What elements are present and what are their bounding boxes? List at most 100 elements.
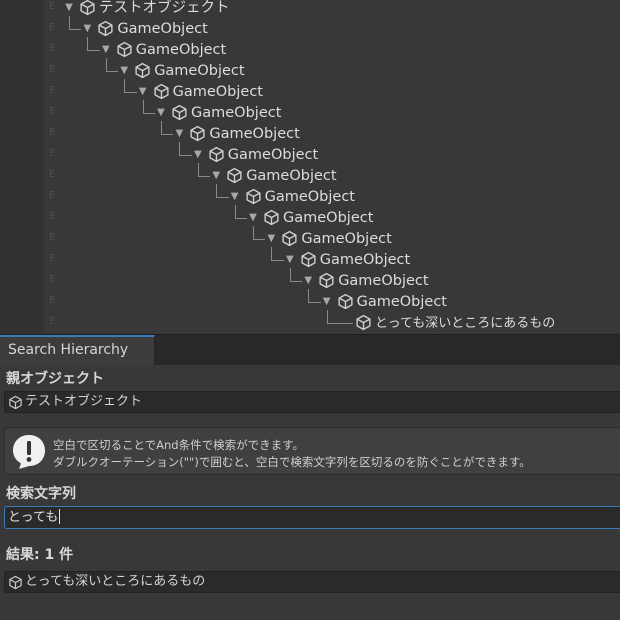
- help-text-line1: 空白で区切ることでAnd条件で検索ができます。: [53, 438, 304, 452]
- cube-icon: [209, 146, 224, 163]
- hierarchy-row[interactable]: E ▼ GameObject: [0, 247, 620, 271]
- tree-connector: [105, 71, 119, 72]
- cube-icon: [172, 104, 187, 121]
- tree-connector: [197, 163, 199, 177]
- tree-connector: [271, 260, 284, 261]
- tree-connector: [234, 205, 236, 219]
- tree-connector: [253, 226, 254, 240]
- tree-connector: [326, 323, 353, 324]
- hierarchy-item-label: GameObject: [154, 63, 245, 79]
- cube-icon: [301, 251, 316, 268]
- triangle-down-icon[interactable]: ▼: [173, 128, 185, 140]
- tree-connector: [179, 155, 192, 156]
- result-item-label: とっても深いところにあるもの: [25, 574, 206, 589]
- triangle-down-icon[interactable]: ▼: [284, 254, 296, 266]
- tree-connector: [69, 16, 70, 30]
- hierarchy-item-label: GameObject: [209, 126, 300, 142]
- tree-connector: [69, 29, 82, 30]
- hierarchy-item-label: とっても深いところにあるもの: [375, 316, 556, 331]
- triangle-down-icon[interactable]: ▼: [192, 149, 204, 161]
- tab-strip: Search Hierarchy: [0, 334, 620, 366]
- text-caret: [59, 509, 61, 524]
- hierarchy-row[interactable]: E ▼ GameObject: [0, 100, 620, 124]
- row-marker: E: [49, 211, 56, 222]
- hierarchy-row[interactable]: E ▼ GameObject: [0, 58, 620, 82]
- exclamation-bubble-icon: [13, 435, 45, 469]
- row-marker: E: [49, 22, 56, 33]
- search-input[interactable]: とっても: [4, 506, 620, 529]
- triangle-down-icon[interactable]: ▼: [210, 170, 222, 182]
- help-box: 空白で区切ることでAnd条件で検索ができます。 ダブルクオーテーション("")で…: [4, 427, 620, 475]
- tree-connector: [124, 79, 126, 93]
- cube-icon: [227, 167, 242, 184]
- row-marker: E: [49, 148, 56, 159]
- hierarchy-row[interactable]: E ▼ GameObject: [0, 16, 620, 40]
- tree-connector: [289, 281, 303, 282]
- cube-icon: [356, 314, 371, 331]
- row-marker: E: [49, 232, 56, 243]
- tree-connector: [216, 184, 218, 198]
- cube-icon: [154, 83, 169, 100]
- tree-connector: [326, 310, 328, 324]
- tree-connector: [253, 239, 266, 240]
- triangle-down-icon[interactable]: ▼: [81, 23, 93, 35]
- triangle-down-icon[interactable]: ▼: [229, 191, 241, 203]
- hierarchy-row[interactable]: E ▼ GameObject: [0, 79, 620, 103]
- triangle-down-icon[interactable]: ▼: [137, 86, 149, 98]
- triangle-down-icon[interactable]: ▼: [155, 107, 167, 119]
- help-text-line2: ダブルクオーテーション("")で囲むと、空白で検索文字列を区切るのを防ぐことがで…: [53, 455, 531, 469]
- tab-title: Search Hierarchy: [8, 342, 129, 358]
- row-marker: E: [49, 295, 56, 306]
- cube-icon: [9, 395, 22, 410]
- tree-connector: [124, 92, 137, 93]
- row-marker: E: [49, 64, 56, 75]
- parent-object-field[interactable]: テストオブジェクト: [4, 391, 620, 413]
- triangle-down-icon[interactable]: ▼: [302, 275, 314, 287]
- hierarchy-leaf-row[interactable]: E とっても深いところにあるもの: [0, 310, 620, 334]
- triangle-down-icon[interactable]: ▼: [100, 44, 112, 56]
- triangle-down-icon[interactable]: ▼: [63, 2, 75, 14]
- search-input-value: とっても: [8, 509, 61, 525]
- hierarchy-row[interactable]: E ▼ GameObject: [0, 268, 620, 292]
- hierarchy-row[interactable]: E ▼ GameObject: [0, 163, 620, 187]
- hierarchy-item-label: GameObject: [338, 273, 429, 289]
- row-marker: E: [49, 169, 56, 180]
- row-marker: E: [49, 274, 56, 285]
- tree-connector: [142, 100, 144, 114]
- row-marker: E: [49, 316, 56, 327]
- hierarchy-item-label: GameObject: [356, 294, 447, 310]
- tree-connector: [87, 50, 100, 51]
- triangle-down-icon[interactable]: ▼: [118, 65, 130, 77]
- tree-connector: [271, 247, 273, 261]
- results-label: 結果: 1 件: [6, 547, 74, 563]
- cube-icon: [117, 41, 132, 58]
- triangle-down-icon[interactable]: ▼: [321, 296, 333, 308]
- hierarchy-row[interactable]: E ▼ GameObject: [0, 121, 620, 145]
- tree-connector: [87, 37, 89, 51]
- tab-search-hierarchy[interactable]: Search Hierarchy: [0, 335, 155, 366]
- hierarchy-item-label: GameObject: [191, 105, 282, 121]
- hierarchy-root-row[interactable]: E ▼ テストオブジェクト: [0, 0, 620, 19]
- search-string-label: 検索文字列: [6, 486, 76, 502]
- result-item[interactable]: とっても深いところにあるもの: [4, 571, 620, 593]
- tree-connector: [197, 176, 211, 177]
- row-marker: E: [49, 43, 56, 54]
- triangle-down-icon[interactable]: ▼: [247, 212, 259, 224]
- cube-icon: [98, 20, 113, 37]
- hierarchy-row[interactable]: E ▼ GameObject: [0, 226, 620, 250]
- tree-connector: [308, 289, 310, 303]
- parent-object-value: テストオブジェクト: [25, 394, 143, 409]
- hierarchy-row[interactable]: E ▼ GameObject: [0, 37, 620, 61]
- hierarchy-item-label: GameObject: [117, 21, 208, 37]
- row-marker: E: [49, 253, 56, 264]
- hierarchy-row[interactable]: E ▼ GameObject: [0, 289, 620, 313]
- cube-icon: [246, 188, 261, 205]
- hierarchy-row[interactable]: E ▼ GameObject: [0, 205, 620, 229]
- triangle-down-icon[interactable]: ▼: [265, 233, 277, 245]
- hierarchy-row[interactable]: E ▼ GameObject: [0, 142, 620, 166]
- hierarchy-item-label: GameObject: [172, 84, 263, 100]
- hierarchy-row[interactable]: E ▼ GameObject: [0, 184, 620, 208]
- hierarchy-tree: E ▼ テストオブジェクト E ▼ GameObject E ▼ GameObject E ▼ Gam…: [0, 0, 620, 334]
- cube-icon: [264, 209, 279, 226]
- row-marker: E: [49, 190, 56, 201]
